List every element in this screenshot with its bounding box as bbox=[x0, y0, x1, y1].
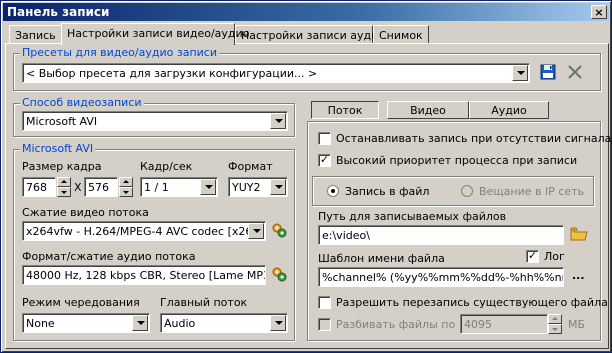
capture-method-group: Способ видеозаписи Microsoft AVI bbox=[13, 96, 295, 137]
video-compression-value: x264vfw - H.264/MPEG-4 AVC codec [x264] bbox=[26, 225, 264, 238]
interleave-select[interactable]: None bbox=[22, 313, 150, 333]
frame-height-spinner[interactable] bbox=[119, 177, 133, 197]
subtab-audio[interactable]: Аудио bbox=[469, 101, 549, 119]
chevron-down-icon[interactable] bbox=[270, 113, 286, 129]
window-title: Панель записи bbox=[7, 5, 110, 19]
path-label: Путь для записываемых файлов bbox=[318, 210, 507, 223]
frame-size-separator: X bbox=[74, 181, 82, 194]
tab-audio-settings[interactable]: Настройки записи аудио bbox=[235, 25, 385, 44]
title-bar[interactable]: Панель записи × bbox=[3, 3, 609, 21]
video-compression-select[interactable]: x264vfw - H.264/MPEG-4 AVC codec [x264] bbox=[22, 221, 266, 241]
recording-panel-window: Панель записи × Запись Настройки записи … bbox=[0, 0, 612, 353]
master-stream-value: Audio bbox=[164, 317, 196, 330]
split-files-label: Разбивать файлы по bbox=[336, 318, 456, 331]
frame-height-value: 576 bbox=[88, 181, 109, 194]
interleave-label: Режим чередования bbox=[22, 296, 140, 309]
capture-method-value: Microsoft AVI bbox=[26, 115, 98, 128]
audio-compression-value: 48000 Hz, 128 kbps CBR, Stereo [Lame MP3… bbox=[26, 269, 266, 282]
save-icon[interactable] bbox=[539, 63, 559, 83]
tab-recording[interactable]: Запись bbox=[9, 25, 62, 44]
format-select[interactable]: YUY2 bbox=[228, 177, 288, 197]
stream-panel: Останавливать запись при отсутствии сигн… bbox=[307, 121, 611, 341]
chevron-down-icon[interactable] bbox=[132, 315, 148, 331]
format-label: Формат bbox=[228, 160, 273, 173]
delete-icon[interactable] bbox=[566, 63, 586, 83]
filename-template-input[interactable]: %channel% (%yy%%mm%%dd%-%hh%%nn% bbox=[318, 267, 564, 287]
allow-overwrite-checkbox[interactable] bbox=[318, 296, 331, 309]
frame-width-spinner[interactable] bbox=[57, 177, 71, 197]
frame-height-input[interactable]: 576 bbox=[84, 177, 118, 197]
preset-select-value: < Выбор пресета для загрузки конфигураци… bbox=[26, 67, 318, 80]
split-size-input[interactable]: 4095 bbox=[460, 314, 548, 334]
subtab-stream[interactable]: Поток bbox=[311, 101, 379, 119]
frame-width-input[interactable]: 768 bbox=[22, 177, 56, 197]
broadcast-ip-label: Вещание в IP сеть bbox=[479, 185, 585, 198]
stop-no-signal-label: Останавливать запись при отсутствии сигн… bbox=[336, 132, 612, 145]
fps-select[interactable]: 1 / 1 bbox=[140, 177, 218, 197]
format-value: YUY2 bbox=[232, 181, 261, 194]
split-files-checkbox[interactable] bbox=[318, 318, 331, 331]
video-compression-label: Сжатие видео потока bbox=[22, 206, 149, 219]
path-input[interactable]: e:\video\ bbox=[318, 225, 564, 245]
avi-group-title: Microsoft AVI bbox=[20, 142, 96, 155]
audio-compression-label: Формат/сжатие аудио потока bbox=[22, 250, 196, 263]
interleave-value: None bbox=[26, 317, 55, 330]
chevron-down-icon[interactable] bbox=[270, 179, 286, 195]
template-more-button[interactable]: ... bbox=[572, 269, 585, 282]
chevron-down-icon[interactable] bbox=[270, 315, 286, 331]
chevron-down-icon[interactable] bbox=[200, 179, 216, 195]
master-stream-select[interactable]: Audio bbox=[160, 313, 288, 333]
frame-size-label: Размер кадра bbox=[22, 160, 102, 173]
master-stream-label: Главный поток bbox=[160, 296, 248, 309]
presets-group-title: Пресеты для видео/аудио записи bbox=[20, 46, 219, 59]
audio-codec-settings-icon[interactable] bbox=[270, 265, 290, 285]
split-unit-label: МБ bbox=[568, 318, 586, 331]
stop-no-signal-checkbox[interactable] bbox=[318, 132, 331, 145]
fps-value: 1 / 1 bbox=[144, 181, 169, 194]
tab-video-audio-settings[interactable]: Настройки записи видео/аудио bbox=[61, 23, 249, 45]
split-size-spinner[interactable] bbox=[548, 314, 562, 334]
close-button[interactable]: × bbox=[591, 5, 607, 19]
avi-group: Microsoft AVI Размер кадра 768 X 576 Кад… bbox=[13, 142, 295, 341]
presets-group: Пресеты для видео/аудио записи < Выбор п… bbox=[13, 46, 601, 91]
folder-icon[interactable] bbox=[570, 225, 590, 245]
log-label: Лог bbox=[544, 250, 565, 263]
audio-compression-field[interactable]: 48000 Hz, 128 kbps CBR, Stereo [Lame MP3… bbox=[22, 265, 266, 285]
tab-snapshot[interactable]: Снимок bbox=[373, 25, 429, 44]
high-priority-checkbox[interactable]: ✓ bbox=[318, 154, 331, 167]
capture-method-select[interactable]: Microsoft AVI bbox=[22, 111, 288, 131]
high-priority-label: Высокий приоритет процесса при записи bbox=[336, 154, 578, 167]
path-value: e:\video\ bbox=[322, 229, 370, 242]
capture-method-group-title: Способ видеозаписи bbox=[20, 96, 144, 109]
split-size-value: 4095 bbox=[464, 318, 492, 331]
filename-template-value: %channel% (%yy%%mm%%dd%-%hh%%nn% bbox=[322, 271, 564, 284]
output-mode-box: Запись в файл Вещание в IP сеть bbox=[312, 176, 594, 206]
record-to-file-label: Запись в файл bbox=[345, 185, 430, 198]
record-to-file-radio[interactable] bbox=[327, 185, 339, 197]
chevron-down-icon[interactable] bbox=[248, 223, 264, 239]
frame-width-value: 768 bbox=[26, 181, 47, 194]
fps-label: Кадр/сек bbox=[140, 160, 193, 173]
chevron-down-icon[interactable] bbox=[512, 65, 528, 81]
main-tab-strip: Запись Настройки записи видео/аудио Наст… bbox=[5, 23, 605, 45]
preset-select[interactable]: < Выбор пресета для загрузки конфигураци… bbox=[22, 63, 530, 83]
template-label: Шаблон имени файла bbox=[318, 252, 445, 265]
allow-overwrite-label: Разрешить перезапись существующего файла bbox=[336, 296, 608, 309]
broadcast-ip-radio[interactable] bbox=[461, 185, 473, 197]
codec-settings-icon[interactable] bbox=[270, 221, 290, 241]
subtab-video[interactable]: Видео bbox=[387, 101, 469, 119]
log-checkbox[interactable]: ✓ bbox=[526, 250, 539, 263]
